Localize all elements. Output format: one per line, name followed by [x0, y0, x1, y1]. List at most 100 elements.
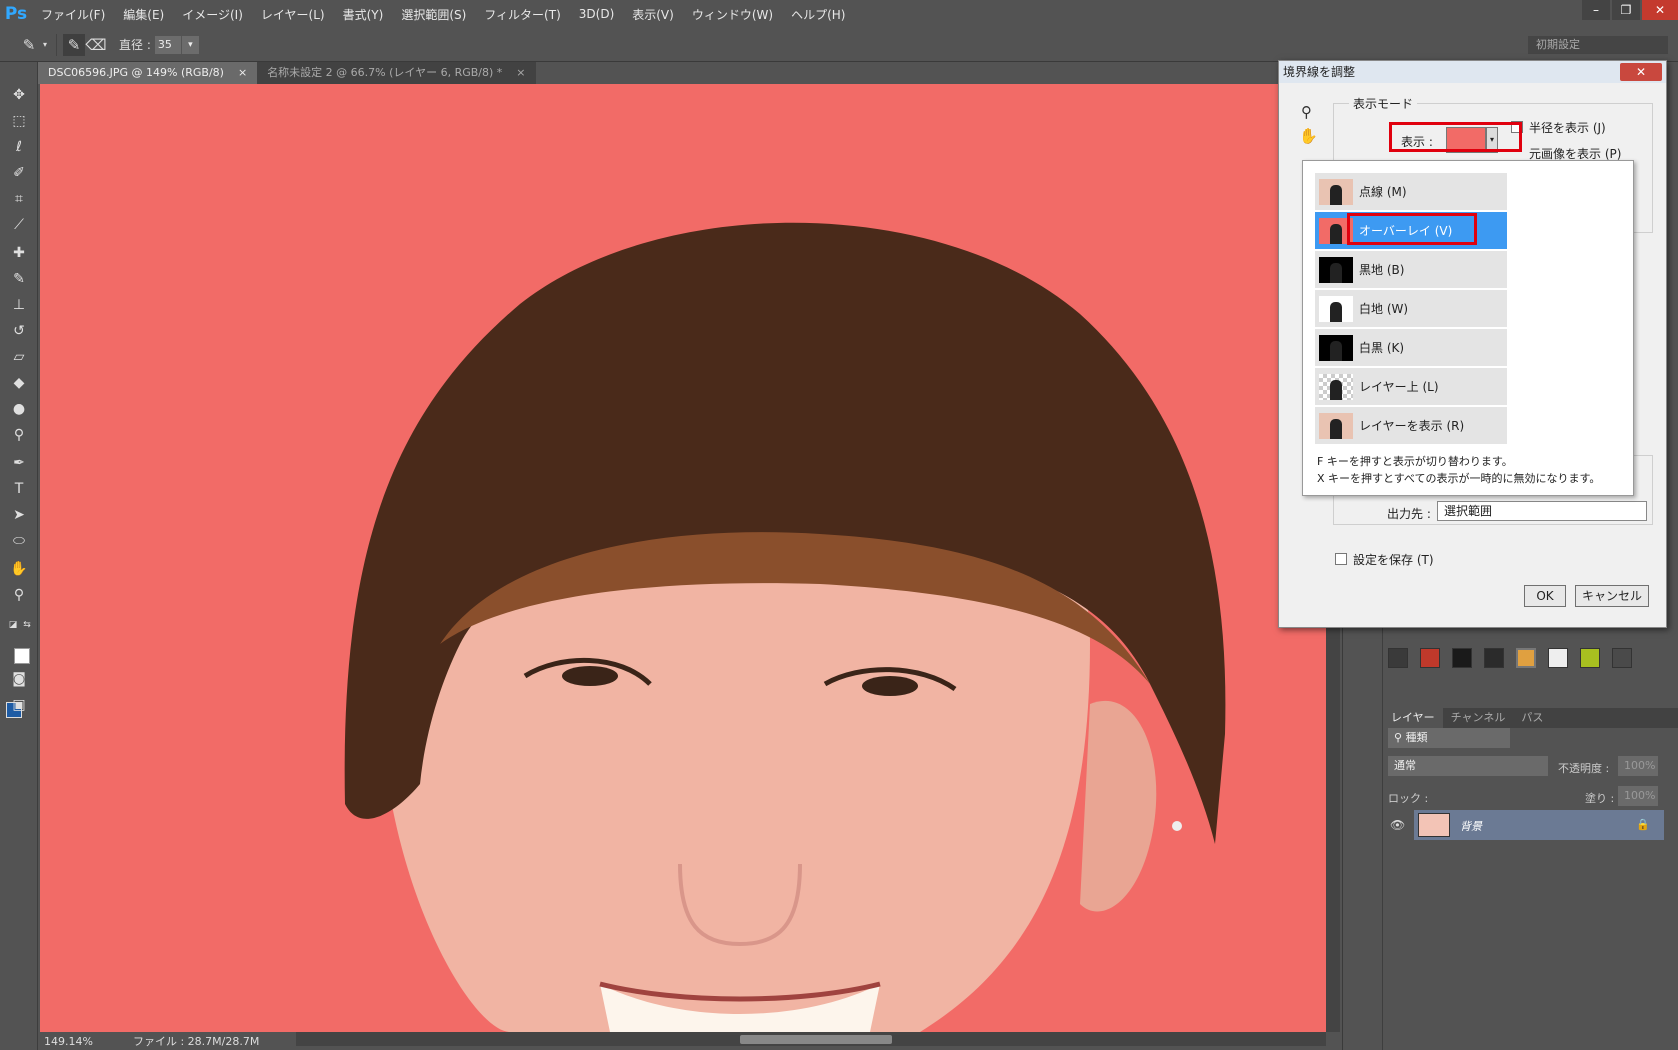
swatch[interactable]	[1420, 648, 1440, 668]
paint-bucket-tool-icon[interactable]: ◆	[8, 372, 30, 394]
layer-name[interactable]: 背景	[1460, 818, 1482, 834]
menu-file[interactable]: ファイル(F)	[32, 6, 114, 23]
menu-type[interactable]: 書式(Y)	[334, 6, 393, 23]
cancel-button[interactable]: キャンセル	[1575, 585, 1649, 607]
brush-icon[interactable]: ✎	[63, 33, 85, 56]
ellipse-tool-icon[interactable]: ⬭	[8, 530, 30, 552]
tab-layers[interactable]: レイヤー	[1383, 708, 1443, 728]
quick-mask-icon[interactable]: ◙	[8, 668, 30, 690]
menu-view[interactable]: 表示(V)	[623, 6, 683, 23]
view-option-reveal-layer[interactable]: レイヤーを表示 (R)	[1315, 407, 1507, 445]
option-label: レイヤーを表示 (R)	[1359, 419, 1465, 433]
zoom-tool-icon[interactable]: ⚲	[8, 584, 30, 606]
opacity-input[interactable]: 100%	[1618, 756, 1658, 776]
layers-panel-tabs: レイヤー チャンネル パス	[1383, 708, 1678, 728]
remember-settings-checkbox[interactable]	[1335, 553, 1347, 565]
ok-button[interactable]: OK	[1524, 585, 1566, 607]
option-label: 点線 (M)	[1359, 185, 1407, 199]
hand-tool-icon[interactable]: ✋	[8, 558, 30, 580]
photoshop-logo: Ps	[4, 4, 28, 24]
history-brush-tool-icon[interactable]: ↺	[8, 320, 30, 342]
screen-mode-icon[interactable]: ▣	[8, 694, 30, 716]
status-bar: 149.14% ファイル : 28.7M/28.7M	[40, 1032, 296, 1050]
visibility-eye-icon[interactable]: 👁	[1390, 818, 1405, 832]
view-option-on-layers[interactable]: レイヤー上 (L)	[1315, 368, 1507, 406]
view-option-on-black[interactable]: 黒地 (B)	[1315, 251, 1507, 289]
tools-panel: ✥ ⬚ ℓ ✐ ⌗ ⟋ ✚ ✎ ⊥ ↺ ▱ ◆ ● ⚲ ✒ T ➤ ⬭ ✋ ⚲ …	[0, 62, 38, 1050]
swap-colors-icon[interactable]: ⇆	[16, 614, 38, 636]
swatch[interactable]	[1548, 648, 1568, 668]
hint-f-key: F キーを押すと表示が切り替わります。	[1317, 455, 1513, 468]
options-bar: ✎ ▾ ✎ ⌫ 直径 : 35 ▾	[0, 28, 1678, 62]
dodge-tool-icon[interactable]: ⚲	[8, 424, 30, 446]
zoom-icon[interactable]: ⚲	[1301, 103, 1312, 121]
menu-3d[interactable]: 3D(D)	[570, 7, 623, 21]
tab-close-icon[interactable]: ×	[516, 62, 525, 84]
diameter-dropdown-icon[interactable]: ▾	[180, 35, 199, 54]
marquee-tool-icon[interactable]: ⬚	[8, 110, 30, 132]
crop-tool-icon[interactable]: ⌗	[8, 188, 30, 210]
path-select-tool-icon[interactable]: ➤	[8, 504, 30, 526]
tab-untitled-2[interactable]: 名称未設定 2 @ 66.7% (レイヤー 6, RGB/8) * ×	[257, 62, 536, 84]
swatch[interactable]	[1388, 648, 1408, 668]
menu-image[interactable]: イメージ(I)	[173, 6, 252, 23]
quick-select-tool-icon[interactable]: ✐	[8, 162, 30, 184]
tab-close-icon[interactable]: ×	[238, 62, 247, 84]
menu-select[interactable]: 選択範囲(S)	[392, 6, 475, 23]
tab-dsc06596[interactable]: DSC06596.JPG @ 149% (RGB/8) ×	[38, 62, 258, 84]
fill-input[interactable]: 100%	[1618, 786, 1658, 806]
menu-help[interactable]: ヘルプ(H)	[782, 6, 854, 23]
horizontal-scroll-thumb[interactable]	[740, 1035, 892, 1044]
hand-icon[interactable]: ✋	[1299, 127, 1318, 145]
restore-button[interactable]: ❐	[1612, 0, 1640, 20]
swatch[interactable]	[1516, 648, 1536, 668]
menu-edit[interactable]: 編集(E)	[114, 6, 173, 23]
eraser-tool-icon[interactable]: ▱	[8, 346, 30, 368]
tool-preset-chevron-icon[interactable]: ▾	[40, 34, 50, 56]
tab-paths[interactable]: パス	[1513, 708, 1551, 728]
view-mode-label: 表示モード	[1349, 95, 1418, 112]
pen-tool-icon[interactable]: ✒	[8, 452, 30, 474]
background-color-swatch[interactable]	[14, 648, 30, 664]
eraser-brush-icon[interactable]: ⌫	[85, 34, 107, 56]
menu-layer[interactable]: レイヤー(L)	[252, 6, 334, 23]
healing-brush-tool-icon[interactable]: ✚	[8, 242, 30, 264]
output-select[interactable]: 選択範囲	[1437, 501, 1647, 521]
blend-mode-select[interactable]: 通常	[1388, 756, 1548, 776]
thumb-black-icon	[1319, 256, 1353, 283]
eyedropper-tool-icon[interactable]: ⟋	[8, 214, 30, 236]
clone-stamp-tool-icon[interactable]: ⊥	[8, 294, 30, 316]
menu-window[interactable]: ウィンドウ(W)	[683, 6, 782, 23]
option-label: 白黒 (K)	[1359, 341, 1405, 355]
view-mode-dropdown: 点線 (M) オーバーレイ (V) 黒地 (B) 白地 (W) 白黒 (K) レ…	[1302, 160, 1634, 496]
swatch[interactable]	[1452, 648, 1472, 668]
layer-filter-select[interactable]: ⚲ 種類	[1388, 728, 1510, 748]
minimize-button[interactable]: –	[1582, 0, 1610, 20]
menu-filter[interactable]: フィルター(T)	[475, 6, 569, 23]
diameter-input[interactable]: 35	[154, 35, 181, 54]
move-tool-icon[interactable]: ✥	[8, 84, 30, 106]
view-option-marching-ants[interactable]: 点線 (M)	[1315, 173, 1507, 211]
swatch[interactable]	[1484, 648, 1504, 668]
blur-tool-icon[interactable]: ●	[8, 398, 30, 420]
view-option-black-white[interactable]: 白黒 (K)	[1315, 329, 1507, 367]
swatch[interactable]	[1580, 648, 1600, 668]
document-canvas[interactable]	[40, 84, 1326, 1032]
tab-label: DSC06596.JPG @ 149% (RGB/8)	[48, 66, 224, 79]
blend-mode-label: 通常	[1394, 759, 1416, 772]
swatch[interactable]	[1612, 648, 1632, 668]
portrait-image	[40, 84, 1326, 1032]
refine-radius-tool-icon[interactable]: ✎	[18, 34, 40, 56]
tab-channels[interactable]: チャンネル	[1443, 708, 1514, 728]
view-option-on-white[interactable]: 白地 (W)	[1315, 290, 1507, 328]
lasso-tool-icon[interactable]: ℓ	[8, 136, 30, 158]
type-tool-icon[interactable]: T	[8, 478, 30, 500]
file-size: ファイル : 28.7M/28.7M	[132, 1035, 260, 1048]
workspace-switcher[interactable]: 初期設定	[1528, 36, 1668, 54]
thumb-white-icon	[1319, 295, 1353, 322]
dialog-close-button[interactable]: ✕	[1620, 63, 1662, 81]
close-window-button[interactable]: ✕	[1642, 0, 1678, 20]
layer-row[interactable]	[1414, 810, 1664, 840]
zoom-level[interactable]: 149.14%	[44, 1035, 93, 1048]
brush-tool-icon[interactable]: ✎	[8, 268, 30, 290]
